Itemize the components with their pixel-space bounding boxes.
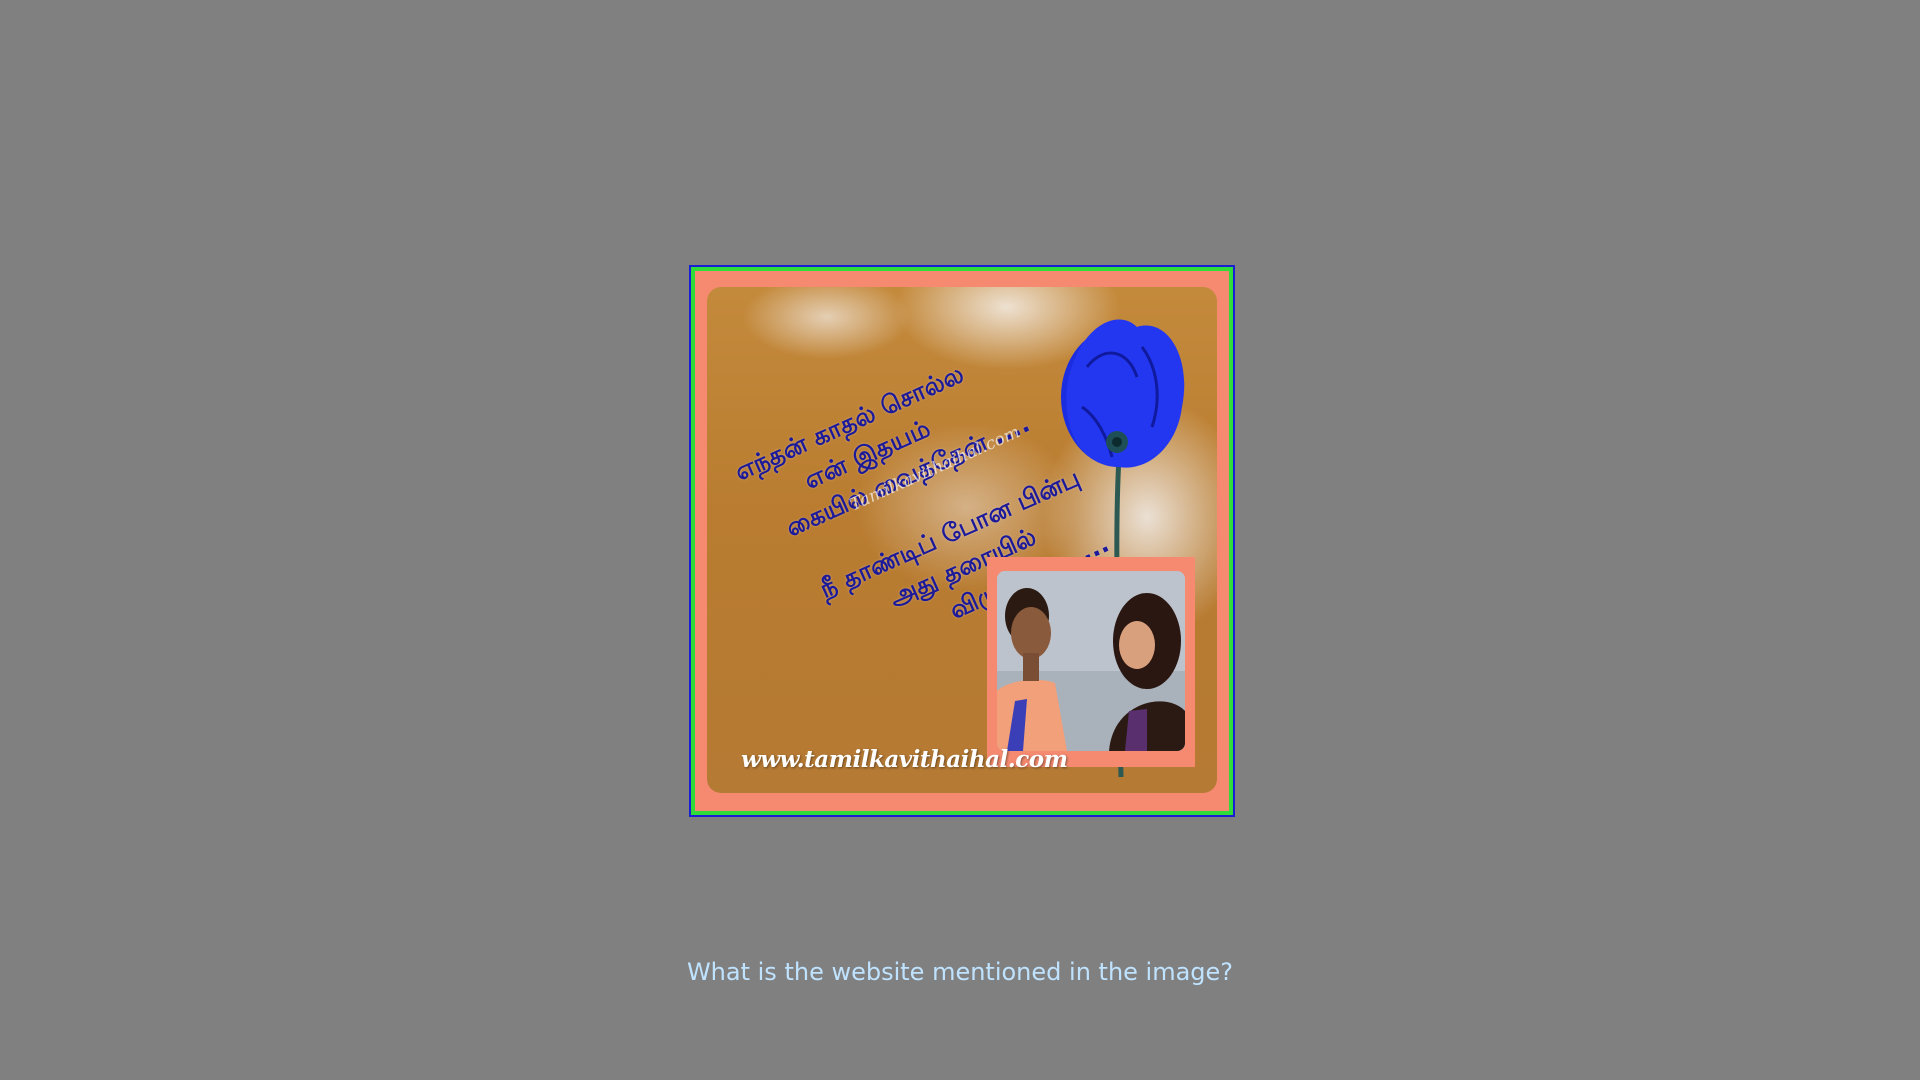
question-caption: What is the website mentioned in the ima… (686, 958, 1234, 986)
image-border: எந்தன் காதல் சொல்ல என் இதயம் கையில் வைத்… (695, 271, 1229, 811)
website-url-text: www.tamilkavithaihal.com (741, 746, 1068, 773)
couple-photo (997, 571, 1185, 751)
couple-photo-illustration (997, 571, 1185, 751)
poem-card: எந்தன் காதல் சொல்ல என் இதயம் கையில் வைத்… (707, 287, 1217, 793)
inset-photo-frame (987, 557, 1195, 767)
stage: எந்தன் காதல் சொல்ல என் இதயம் கையில் வைத்… (0, 0, 1920, 1080)
poem-image: எந்தன் காதல் சொல்ல என் இதயம் கையில் வைத்… (689, 265, 1235, 817)
